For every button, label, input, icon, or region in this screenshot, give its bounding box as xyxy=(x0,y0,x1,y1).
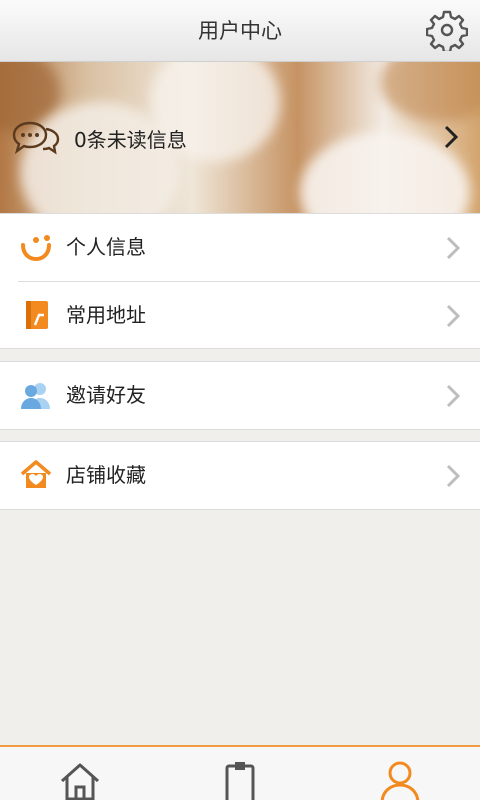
gear-icon[interactable] xyxy=(426,9,468,51)
menu-group-invite: 邀请好友 xyxy=(0,361,480,430)
messages-banner[interactable]: 0条未读信息 xyxy=(0,62,480,213)
home-icon[interactable] xyxy=(58,759,102,800)
chat-bubbles-icon xyxy=(12,121,60,155)
menu-group-favorites: 店铺收藏 xyxy=(0,441,480,510)
chevron-right-icon xyxy=(444,125,458,149)
menu-item-label: 常用地址 xyxy=(66,303,146,327)
chevron-right-icon xyxy=(446,236,460,260)
menu-item-label: 邀请好友 xyxy=(66,383,146,407)
menu-item-addresses[interactable]: 常用地址 xyxy=(18,281,480,348)
menu-group-profile: 个人信息 常用地址 xyxy=(0,213,480,349)
clipboard-icon[interactable] xyxy=(218,759,262,800)
address-book-icon xyxy=(26,301,48,329)
menu-item-personal-info[interactable]: 个人信息 xyxy=(0,214,480,281)
menu-item-invite-friends[interactable]: 邀请好友 xyxy=(0,362,480,429)
smile-icon xyxy=(21,235,51,262)
chevron-right-icon xyxy=(446,464,460,488)
page-title: 用户中心 xyxy=(198,19,282,43)
menu-item-favorite-shops[interactable]: 店铺收藏 xyxy=(0,442,480,509)
menu-item-label: 个人信息 xyxy=(66,235,146,259)
menu-item-label: 店铺收藏 xyxy=(66,463,146,487)
heart-house-icon xyxy=(20,460,52,488)
top-bar: 用户中心 xyxy=(0,0,480,62)
user-icon[interactable] xyxy=(378,759,422,800)
chevron-right-icon xyxy=(446,384,460,408)
chevron-right-icon xyxy=(446,304,460,328)
unread-messages-label: 0条未读信息 xyxy=(74,128,187,152)
people-icon xyxy=(21,383,50,409)
bottom-tab-bar xyxy=(0,745,480,800)
